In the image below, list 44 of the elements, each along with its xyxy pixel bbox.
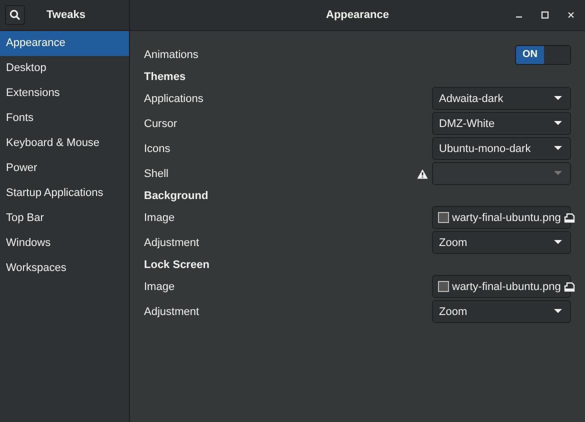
setting-label: Icons xyxy=(144,142,172,154)
setting-label: Animations xyxy=(144,48,200,60)
dropdown-arrow-icon xyxy=(554,146,562,151)
section-heading: Lock Screen xyxy=(144,258,210,273)
sidebar-item[interactable]: Keyboard & Mouse xyxy=(0,131,129,156)
dropdown[interactable]: DMZ-White xyxy=(432,112,571,135)
sidebar-item[interactable]: Startup Applications xyxy=(0,181,129,206)
dropdown[interactable]: Zoom xyxy=(432,300,571,323)
setting-label: Cursor xyxy=(144,118,178,130)
toggle-switch[interactable]: ON xyxy=(515,44,571,64)
setting-label: Adjustment xyxy=(144,236,200,248)
dropdown-arrow-icon xyxy=(554,96,562,101)
section-heading: Background xyxy=(144,189,210,204)
folder-icon xyxy=(564,282,575,292)
sidebar-item[interactable]: Power xyxy=(0,156,129,181)
sidebar-item[interactable]: Fonts xyxy=(0,106,129,131)
setting-label: Adjustment xyxy=(144,306,200,318)
sidebar-item[interactable]: Top Bar xyxy=(0,206,129,231)
setting-label: Image xyxy=(144,212,176,224)
setting-label: Shell xyxy=(144,168,170,180)
folder-icon xyxy=(564,212,575,222)
setting-label: Image xyxy=(144,280,176,292)
dropdown-arrow-icon xyxy=(554,121,562,126)
dropdown-arrow-icon xyxy=(554,240,562,245)
setting-label: Applications xyxy=(144,92,204,104)
image-file-icon xyxy=(438,281,449,292)
sidebar-item[interactable]: Desktop xyxy=(0,56,129,81)
section-heading: Themes xyxy=(144,70,187,85)
dropdown-arrow-icon xyxy=(554,309,562,314)
search-button[interactable] xyxy=(5,5,25,25)
dropdown[interactable]: Ubuntu-mono-dark xyxy=(432,137,571,160)
sidebar-item[interactable]: Appearance xyxy=(0,31,129,56)
app-title: Tweaks xyxy=(46,9,86,21)
sidebar-item[interactable]: Extensions xyxy=(0,81,129,106)
close-icon[interactable] xyxy=(566,10,576,20)
dropdown[interactable]: Zoom xyxy=(432,231,571,254)
dropdown-arrow-icon xyxy=(554,171,562,176)
maximize-icon[interactable] xyxy=(540,10,550,20)
sidebar-item[interactable]: Windows xyxy=(0,231,129,256)
dropdown[interactable]: Adwaita-dark xyxy=(432,87,571,110)
sidebar-item[interactable]: Workspaces xyxy=(0,256,129,281)
search-icon xyxy=(9,9,21,21)
image-file-icon xyxy=(438,212,449,223)
window-title: Appearance xyxy=(326,9,389,21)
